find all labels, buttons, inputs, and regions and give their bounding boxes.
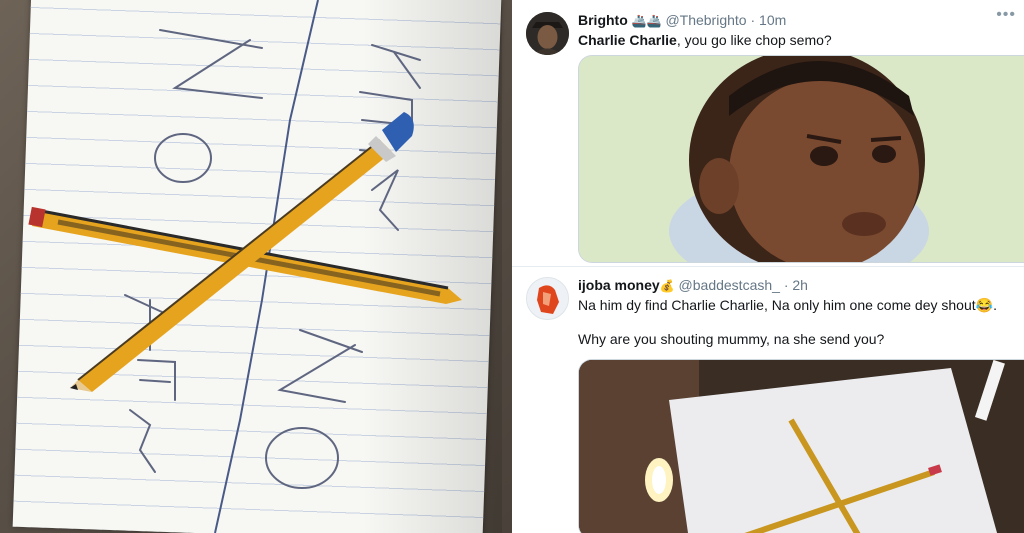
user-avatar-icon [526,12,569,55]
display-name[interactable]: Brighto [578,12,628,28]
handwriting-no-bottom-right [265,329,363,489]
user-handle[interactable]: @baddestcash_ [679,277,780,293]
tweet-text-line2: Why are you shouting mummy, na she send … [578,331,885,347]
user-handle[interactable]: @Thebrighto [665,12,746,28]
tweet-header: Brighto 🚢🚢 @Thebrighto · 10m [578,12,787,28]
money-bag-emoji: 💰 [659,279,675,293]
tweet-media-photo[interactable] [578,359,1024,533]
ship-emoji: 🚢🚢 [631,14,662,28]
more-options-icon[interactable]: ••• [996,6,1016,24]
board-drawing [28,0,462,533]
tweet-card[interactable]: Brighto 🚢🚢 @Thebrighto · 10m ••• Charlie… [512,0,1024,266]
avatar[interactable] [526,277,569,320]
baby-reaction-image [579,56,1024,262]
diagonal-pencil [70,112,414,392]
twitter-feed: Brighto 🚢🚢 @Thebrighto · 10m ••• Charlie… [512,0,1024,533]
tweet-text: Charlie Charlie, you go like chop semo? [578,32,832,48]
user-avatar-icon [527,278,568,319]
tweet-card[interactable]: ijoba money💰 @baddestcash_ · 2h Na him d… [512,266,1024,533]
timestamp[interactable]: 10m [759,12,786,28]
tweet-text: Na him dy find Charlie Charlie, Na only … [578,297,997,313]
charlie-candle-image [579,360,1024,533]
display-name[interactable]: ijoba money [578,277,660,293]
charlie-charlie-photo [0,0,512,533]
handwriting-no-top-left [154,29,263,183]
timestamp[interactable]: 2h [792,277,808,293]
avatar[interactable] [526,12,569,55]
tweet-header: ijoba money💰 @baddestcash_ · 2h [578,277,808,293]
tweet-media-gif[interactable] [578,55,1024,263]
